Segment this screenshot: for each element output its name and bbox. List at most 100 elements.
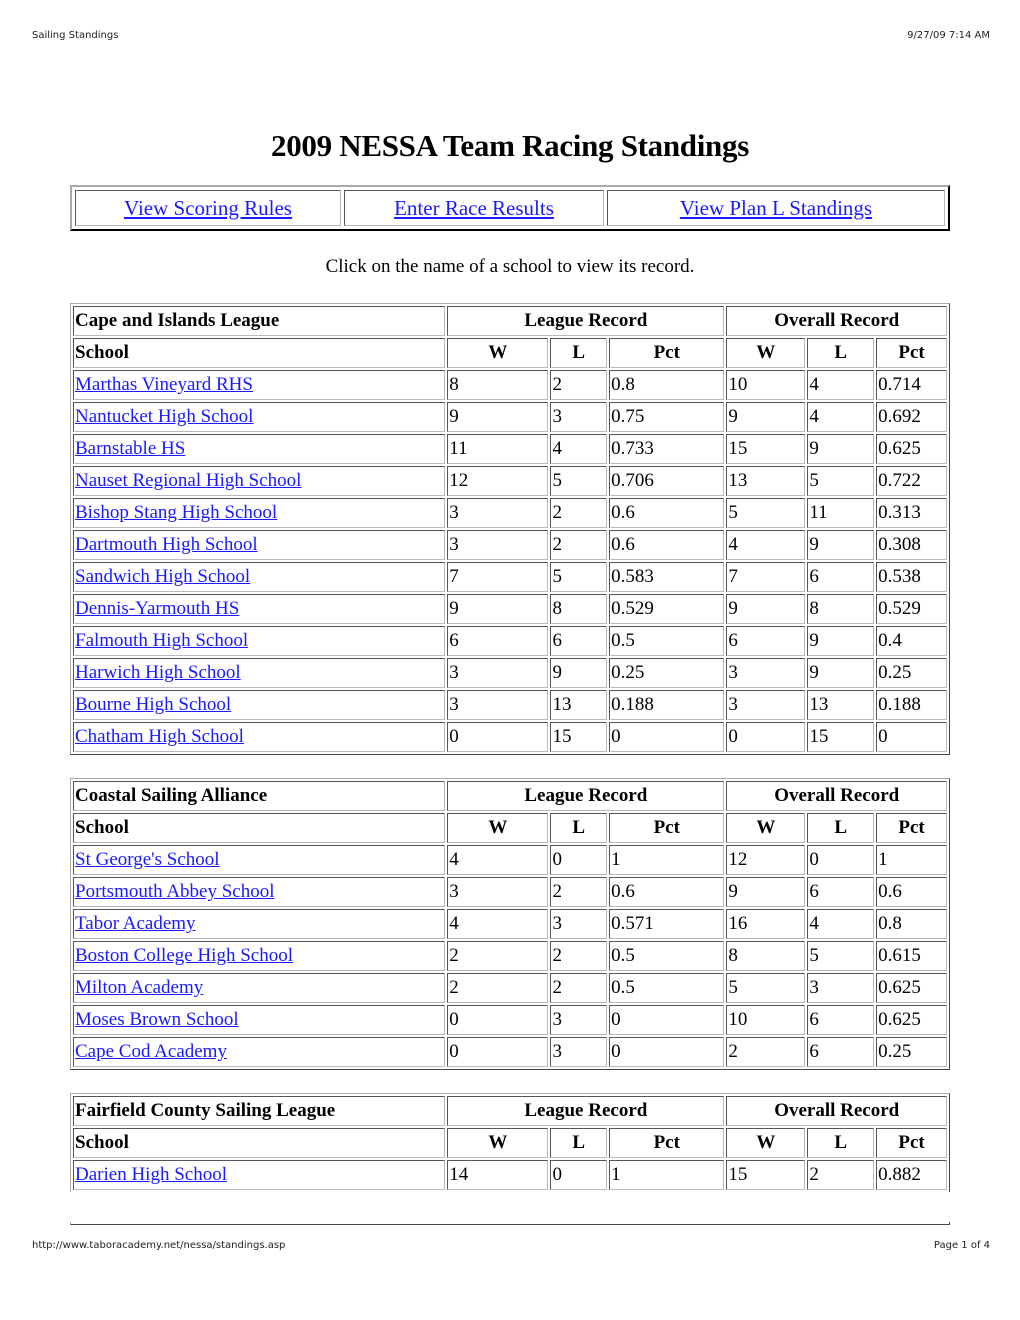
overall-pct-cell: 0.4 bbox=[876, 626, 947, 656]
school-link[interactable]: Dennis-Yarmouth HS bbox=[75, 598, 239, 619]
overall-pct-cell: 0.25 bbox=[876, 658, 947, 688]
school-link[interactable]: Bourne High School bbox=[75, 694, 231, 715]
overall-losses-cell: 2 bbox=[807, 1160, 875, 1190]
league-losses-cell: 0 bbox=[550, 1160, 608, 1190]
overall-pct-cell: 0.188 bbox=[876, 690, 947, 720]
table-row: Nauset Regional High School 12 5 0.706 13 5 0.… bbox=[73, 466, 947, 496]
league-pct-cell: 0.6 bbox=[609, 498, 725, 528]
table-row: Dennis-Yarmouth HS 9 8 0.529 9 8 0.529 bbox=[73, 594, 947, 624]
league-losses-cell: 5 bbox=[550, 562, 608, 592]
league-wins-cell: 3 bbox=[447, 530, 549, 560]
overall-pct-cell: 0.538 bbox=[876, 562, 947, 592]
league-pct-cell: 0.25 bbox=[609, 658, 725, 688]
league-pct-cell: 0.5 bbox=[609, 973, 725, 1003]
school-cell: Chatham High School bbox=[73, 722, 446, 752]
league-losses-cell: 6 bbox=[550, 626, 608, 656]
school-link[interactable]: Bishop Stang High School bbox=[75, 502, 277, 523]
school-link[interactable]: Portsmouth Abbey School bbox=[75, 881, 275, 902]
overall-record-header: Overall Record bbox=[726, 781, 947, 811]
school-link[interactable]: Milton Academy bbox=[75, 977, 203, 998]
school-link[interactable]: Dartmouth High School bbox=[75, 534, 258, 555]
school-link[interactable]: Falmouth High School bbox=[75, 630, 248, 651]
overall-losses-cell: 5 bbox=[807, 941, 875, 971]
school-link[interactable]: Marthas Vineyard RHS bbox=[75, 374, 253, 395]
league-pct-cell: 0.706 bbox=[609, 466, 725, 496]
league-losses-cell: 0 bbox=[550, 845, 608, 875]
overall-record-header: Overall Record bbox=[726, 1096, 947, 1126]
enter-race-results-link[interactable]: Enter Race Results bbox=[394, 196, 554, 220]
league-pct-cell: 0.8 bbox=[609, 370, 725, 400]
overall-wins-cell: 13 bbox=[726, 466, 806, 496]
school-cell: Falmouth High School bbox=[73, 626, 446, 656]
league-wins-cell: 12 bbox=[447, 466, 549, 496]
school-link[interactable]: St George's School bbox=[75, 849, 220, 870]
league-pct-cell: 0 bbox=[609, 722, 725, 752]
league-wins-cell: 8 bbox=[447, 370, 549, 400]
league-header-row: Cape and Islands League League Record Over… bbox=[73, 306, 947, 336]
league-name: Cape and Islands League bbox=[73, 306, 446, 336]
school-cell: Nauset Regional High School bbox=[73, 466, 446, 496]
table-row: Portsmouth Abbey School 3 2 0.6 9 6 0.6 bbox=[73, 877, 947, 907]
school-cell: Moses Brown School bbox=[73, 1005, 446, 1035]
view-scoring-rules-link[interactable]: View Scoring Rules bbox=[124, 196, 292, 220]
school-link[interactable]: Tabor Academy bbox=[75, 913, 196, 934]
print-header-datetime: 9/27/09 7:14 AM bbox=[907, 30, 990, 41]
overall-l-column-header: L bbox=[807, 1128, 875, 1158]
overall-pct-column-header: Pct bbox=[876, 813, 947, 843]
school-link[interactable]: Harwich High School bbox=[75, 662, 241, 683]
league-pct-cell: 0.571 bbox=[609, 909, 725, 939]
school-link[interactable]: Chatham High School bbox=[75, 726, 244, 747]
overall-l-column-header: L bbox=[807, 813, 875, 843]
overall-losses-cell: 9 bbox=[807, 658, 875, 688]
league-w-column-header: W bbox=[447, 813, 549, 843]
view-plan-l-standings-link[interactable]: View Plan L Standings bbox=[680, 196, 872, 220]
overall-wins-cell: 2 bbox=[726, 1037, 806, 1067]
school-cell: Bourne High School bbox=[73, 690, 446, 720]
instruction-text: Click on the name of a school to view it… bbox=[325, 256, 695, 277]
overall-pct-cell: 0.8 bbox=[876, 909, 947, 939]
league-losses-cell: 2 bbox=[550, 973, 608, 1003]
school-cell: Boston College High School bbox=[73, 941, 446, 971]
school-link[interactable]: Sandwich High School bbox=[75, 566, 250, 587]
school-link[interactable]: Barnstable HS bbox=[75, 438, 185, 459]
overall-losses-cell: 9 bbox=[807, 434, 875, 464]
league-wins-cell: 2 bbox=[447, 941, 549, 971]
print-header: Sailing Standings 9/27/09 7:14 AM bbox=[32, 30, 990, 41]
school-link[interactable]: Moses Brown School bbox=[75, 1009, 239, 1030]
league-losses-cell: 3 bbox=[550, 402, 608, 432]
overall-pct-cell: 0 bbox=[876, 722, 947, 752]
school-cell: Portsmouth Abbey School bbox=[73, 877, 446, 907]
overall-record-header: Overall Record bbox=[726, 306, 947, 336]
league-losses-cell: 2 bbox=[550, 498, 608, 528]
school-link[interactable]: Darien High School bbox=[75, 1164, 227, 1185]
league-pct-cell: 0.529 bbox=[609, 594, 725, 624]
league-wins-cell: 0 bbox=[447, 1005, 549, 1035]
league-pct-cell: 1 bbox=[609, 1160, 725, 1190]
league-l-column-header: L bbox=[550, 813, 608, 843]
school-link[interactable]: Cape Cod Academy bbox=[75, 1041, 227, 1062]
nav-cell-scoring-rules: View Scoring Rules bbox=[75, 190, 341, 226]
league-record-header: League Record bbox=[447, 781, 725, 811]
overall-losses-cell: 5 bbox=[807, 466, 875, 496]
school-link[interactable]: Boston College High School bbox=[75, 945, 293, 966]
school-cell: Tabor Academy bbox=[73, 909, 446, 939]
league-pct-cell: 0 bbox=[609, 1037, 725, 1067]
overall-wins-cell: 4 bbox=[726, 530, 806, 560]
school-link[interactable]: Nantucket High School bbox=[75, 406, 253, 427]
league-losses-cell: 2 bbox=[550, 877, 608, 907]
league-wins-cell: 6 bbox=[447, 626, 549, 656]
standings-table: Cape and Islands League League Record Over… bbox=[70, 303, 950, 755]
overall-pct-cell: 0.722 bbox=[876, 466, 947, 496]
column-header-row: School W L Pct W L Pct bbox=[73, 338, 947, 368]
overall-w-column-header: W bbox=[726, 813, 806, 843]
league-record-header: League Record bbox=[447, 306, 725, 336]
table-row: Dartmouth High School 3 2 0.6 4 9 0.308 bbox=[73, 530, 947, 560]
overall-losses-cell: 6 bbox=[807, 562, 875, 592]
overall-wins-cell: 16 bbox=[726, 909, 806, 939]
school-link[interactable]: Nauset Regional High School bbox=[75, 470, 301, 491]
overall-pct-cell: 1 bbox=[876, 845, 947, 875]
school-cell: Darien High School bbox=[73, 1160, 446, 1190]
overall-losses-cell: 4 bbox=[807, 370, 875, 400]
print-footer: http://www.taboracademy.net/nessa/standi… bbox=[32, 1240, 990, 1251]
nav-cell-enter-results: Enter Race Results bbox=[344, 190, 604, 226]
